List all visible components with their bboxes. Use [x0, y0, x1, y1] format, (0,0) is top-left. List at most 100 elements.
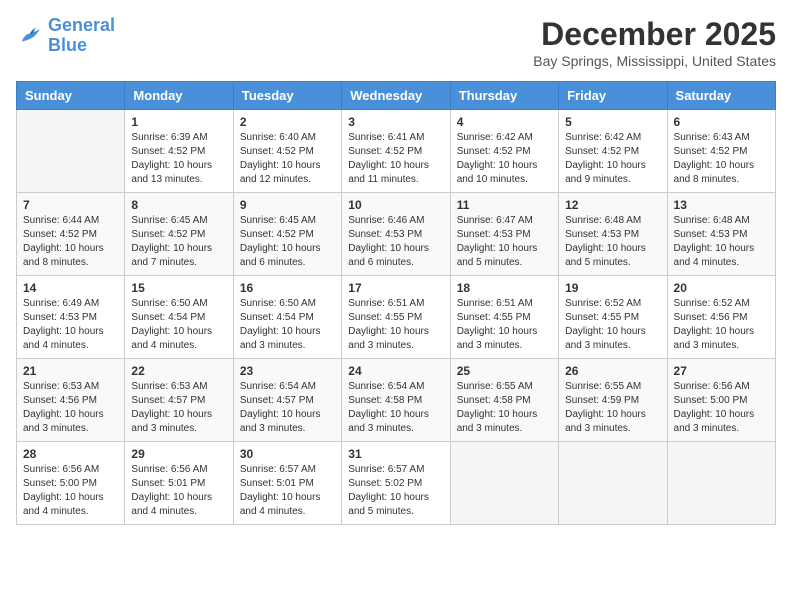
calendar-week-row: 7Sunrise: 6:44 AM Sunset: 4:52 PM Daylig…	[17, 193, 776, 276]
day-info: Sunrise: 6:48 AM Sunset: 4:53 PM Dayligh…	[565, 214, 660, 270]
day-info: Sunrise: 6:45 AM Sunset: 4:52 PM Dayligh…	[240, 214, 335, 270]
calendar-day-cell: 19 Sunrise: 6:52 AM Sunset: 4:55 PM Dayli…	[559, 276, 667, 359]
calendar-day-cell: 18 Sunrise: 6:51 AM Sunset: 4:55 PM Dayli…	[450, 276, 558, 359]
calendar-day-cell: 3Sunrise: 6:41 AM Sunset: 4:52 PM Daylig…	[342, 110, 450, 193]
day-number: 17	[348, 281, 443, 295]
day-number: 11	[457, 198, 552, 212]
day-number: 25	[457, 364, 552, 378]
day-number: 5	[565, 115, 660, 129]
calendar-header: SundayMondayTuesdayWednesdayThursdayFrid…	[17, 82, 776, 110]
day-info: Sunrise: 6:54 AM Sunset: 4:57 PM Dayligh…	[240, 380, 335, 436]
calendar-day-header: Wednesday	[342, 82, 450, 110]
calendar-day-header: Saturday	[667, 82, 775, 110]
day-info: Sunrise: 6:43 AM Sunset: 4:52 PM Dayligh…	[674, 131, 769, 187]
calendar-day-cell: 30Sunrise: 6:57 AM Sunset: 5:01 PM Dayli…	[233, 442, 341, 525]
calendar-day-header: Friday	[559, 82, 667, 110]
page-header: General Blue December 2025 Bay Springs, …	[16, 16, 776, 69]
day-info: Sunrise: 6:42 AM Sunset: 4:52 PM Dayligh…	[457, 131, 552, 187]
calendar-day-cell: 24 Sunrise: 6:54 AM Sunset: 4:58 PM Dayli…	[342, 359, 450, 442]
day-number: 28	[23, 447, 118, 461]
calendar-day-header: Sunday	[17, 82, 125, 110]
calendar-day-cell: 21 Sunrise: 6:53 AM Sunset: 4:56 PM Dayli…	[17, 359, 125, 442]
day-number: 21	[23, 364, 118, 378]
day-info: Sunrise: 6:48 AM Sunset: 4:53 PM Dayligh…	[674, 214, 769, 270]
day-info: Sunrise: 6:55 AM Sunset: 4:59 PM Dayligh…	[565, 380, 660, 436]
day-info: Sunrise: 6:56 AM Sunset: 5:00 PM Dayligh…	[674, 380, 769, 436]
calendar-day-cell: 8 Sunrise: 6:45 AM Sunset: 4:52 PM Daylig…	[125, 193, 233, 276]
day-number: 9	[240, 198, 335, 212]
day-info: Sunrise: 6:52 AM Sunset: 4:56 PM Dayligh…	[674, 297, 769, 353]
calendar-day-header: Monday	[125, 82, 233, 110]
calendar-day-cell: 20 Sunrise: 6:52 AM Sunset: 4:56 PM Dayli…	[667, 276, 775, 359]
day-info: Sunrise: 6:49 AM Sunset: 4:53 PM Dayligh…	[23, 297, 118, 353]
calendar-day-cell: 2Sunrise: 6:40 AM Sunset: 4:52 PM Daylig…	[233, 110, 341, 193]
calendar-day-cell: 22 Sunrise: 6:53 AM Sunset: 4:57 PM Dayli…	[125, 359, 233, 442]
day-number: 31	[348, 447, 443, 461]
day-number: 29	[131, 447, 226, 461]
day-number: 20	[674, 281, 769, 295]
calendar-week-row: 1Sunrise: 6:39 AM Sunset: 4:52 PM Daylig…	[17, 110, 776, 193]
title-block: December 2025 Bay Springs, Mississippi, …	[533, 16, 776, 69]
calendar-day-cell: 17 Sunrise: 6:51 AM Sunset: 4:55 PM Dayli…	[342, 276, 450, 359]
day-info: Sunrise: 6:55 AM Sunset: 4:58 PM Dayligh…	[457, 380, 552, 436]
calendar-day-cell	[17, 110, 125, 193]
calendar-week-row: 28 Sunrise: 6:56 AM Sunset: 5:00 PM Dayli…	[17, 442, 776, 525]
calendar-header-row: SundayMondayTuesdayWednesdayThursdayFrid…	[17, 82, 776, 110]
day-number: 24	[348, 364, 443, 378]
day-number: 15	[131, 281, 226, 295]
day-info: Sunrise: 6:50 AM Sunset: 4:54 PM Dayligh…	[240, 297, 335, 353]
day-info: Sunrise: 6:40 AM Sunset: 4:52 PM Dayligh…	[240, 131, 335, 187]
calendar-day-cell: 28 Sunrise: 6:56 AM Sunset: 5:00 PM Dayli…	[17, 442, 125, 525]
calendar-day-header: Thursday	[450, 82, 558, 110]
day-info: Sunrise: 6:57 AM Sunset: 5:02 PM Dayligh…	[348, 463, 443, 519]
day-number: 13	[674, 198, 769, 212]
day-info: Sunrise: 6:56 AM Sunset: 5:00 PM Dayligh…	[23, 463, 118, 519]
calendar-week-row: 14 Sunrise: 6:49 AM Sunset: 4:53 PM Dayli…	[17, 276, 776, 359]
day-number: 23	[240, 364, 335, 378]
day-number: 22	[131, 364, 226, 378]
calendar-day-cell: 16 Sunrise: 6:50 AM Sunset: 4:54 PM Dayli…	[233, 276, 341, 359]
day-info: Sunrise: 6:52 AM Sunset: 4:55 PM Dayligh…	[565, 297, 660, 353]
logo-text-line1: General	[48, 16, 115, 36]
day-info: Sunrise: 6:46 AM Sunset: 4:53 PM Dayligh…	[348, 214, 443, 270]
day-number: 19	[565, 281, 660, 295]
calendar-title: December 2025	[533, 16, 776, 53]
calendar-day-cell	[667, 442, 775, 525]
day-info: Sunrise: 6:51 AM Sunset: 4:55 PM Dayligh…	[348, 297, 443, 353]
day-number: 26	[565, 364, 660, 378]
calendar-day-cell: 15 Sunrise: 6:50 AM Sunset: 4:54 PM Dayli…	[125, 276, 233, 359]
day-info: Sunrise: 6:50 AM Sunset: 4:54 PM Dayligh…	[131, 297, 226, 353]
calendar-day-cell: 29Sunrise: 6:56 AM Sunset: 5:01 PM Dayli…	[125, 442, 233, 525]
calendar-day-header: Tuesday	[233, 82, 341, 110]
calendar-day-cell	[559, 442, 667, 525]
day-info: Sunrise: 6:53 AM Sunset: 4:57 PM Dayligh…	[131, 380, 226, 436]
day-number: 12	[565, 198, 660, 212]
day-number: 8	[131, 198, 226, 212]
day-info: Sunrise: 6:39 AM Sunset: 4:52 PM Dayligh…	[131, 131, 226, 187]
day-info: Sunrise: 6:51 AM Sunset: 4:55 PM Dayligh…	[457, 297, 552, 353]
day-number: 6	[674, 115, 769, 129]
day-info: Sunrise: 6:54 AM Sunset: 4:58 PM Dayligh…	[348, 380, 443, 436]
logo-bird-icon	[16, 22, 44, 50]
day-number: 10	[348, 198, 443, 212]
day-number: 4	[457, 115, 552, 129]
day-number: 16	[240, 281, 335, 295]
day-info: Sunrise: 6:45 AM Sunset: 4:52 PM Dayligh…	[131, 214, 226, 270]
calendar-day-cell: 12 Sunrise: 6:48 AM Sunset: 4:53 PM Dayli…	[559, 193, 667, 276]
calendar-day-cell: 4 Sunrise: 6:42 AM Sunset: 4:52 PM Daylig…	[450, 110, 558, 193]
calendar-subtitle: Bay Springs, Mississippi, United States	[533, 53, 776, 69]
calendar-day-cell: 5Sunrise: 6:42 AM Sunset: 4:52 PM Daylig…	[559, 110, 667, 193]
calendar-day-cell: 25 Sunrise: 6:55 AM Sunset: 4:58 PM Dayli…	[450, 359, 558, 442]
logo-text-line2: Blue	[48, 36, 115, 56]
calendar-day-cell	[450, 442, 558, 525]
day-number: 14	[23, 281, 118, 295]
calendar-day-cell: 7Sunrise: 6:44 AM Sunset: 4:52 PM Daylig…	[17, 193, 125, 276]
day-info: Sunrise: 6:53 AM Sunset: 4:56 PM Dayligh…	[23, 380, 118, 436]
day-number: 30	[240, 447, 335, 461]
calendar-day-cell: 9 Sunrise: 6:45 AM Sunset: 4:52 PM Daylig…	[233, 193, 341, 276]
calendar-day-cell: 11Sunrise: 6:47 AM Sunset: 4:53 PM Dayli…	[450, 193, 558, 276]
day-number: 18	[457, 281, 552, 295]
logo: General Blue	[16, 16, 115, 56]
calendar-day-cell: 6 Sunrise: 6:43 AM Sunset: 4:52 PM Daylig…	[667, 110, 775, 193]
calendar-day-cell: 23 Sunrise: 6:54 AM Sunset: 4:57 PM Dayli…	[233, 359, 341, 442]
